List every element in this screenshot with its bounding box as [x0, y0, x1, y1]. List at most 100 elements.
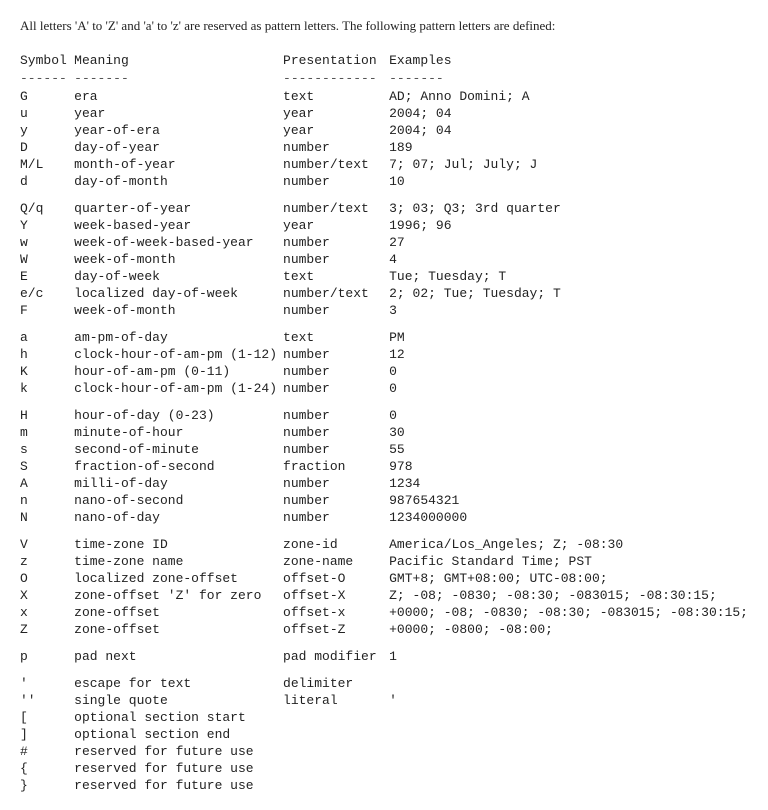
- table-row: aam-pm-of-daytextPM: [20, 329, 748, 346]
- table-row: Sfraction-of-secondfraction978: [20, 458, 748, 475]
- cell-examples: GMT+8; GMT+08:00; UTC-08:00;: [389, 570, 748, 587]
- cell-symbol: Z: [20, 621, 74, 638]
- cell-meaning: single quote: [74, 692, 283, 709]
- symbol-table: Symbol Meaning Presentation Examples ---…: [20, 52, 748, 794]
- cell-meaning: time-zone name: [74, 553, 283, 570]
- cell-symbol: W: [20, 251, 74, 268]
- cell-meaning: reserved for future use: [74, 760, 283, 777]
- cell-meaning: day-of-week: [74, 268, 283, 285]
- cell-meaning: week-of-month: [74, 251, 283, 268]
- table-row: Amilli-of-daynumber1234: [20, 475, 748, 492]
- cell-meaning: time-zone ID: [74, 536, 283, 553]
- table-row: Dday-of-yearnumber189: [20, 139, 748, 156]
- cell-meaning: reserved for future use: [74, 743, 283, 760]
- cell-examples: America/Los_Angeles; Z; -08:30: [389, 536, 748, 553]
- table-row: hclock-hour-of-am-pm (1-12)number12: [20, 346, 748, 363]
- cell-symbol: w: [20, 234, 74, 251]
- table-row: ztime-zone namezone-namePacific Standard…: [20, 553, 748, 570]
- cell-examples: [389, 760, 748, 777]
- cell-presentation: number: [283, 441, 389, 458]
- table-row: yyear-of-erayear2004; 04: [20, 122, 748, 139]
- cell-presentation: offset-X: [283, 587, 389, 604]
- cell-meaning: clock-hour-of-am-pm (1-12): [74, 346, 283, 363]
- cell-meaning: fraction-of-second: [74, 458, 283, 475]
- cell-presentation: offset-Z: [283, 621, 389, 638]
- intro-text: All letters 'A' to 'Z' and 'a' to 'z' ar…: [20, 16, 748, 36]
- cell-symbol: M/L: [20, 156, 74, 173]
- cell-examples: +0000; -0800; -08:00;: [389, 621, 748, 638]
- cell-symbol: S: [20, 458, 74, 475]
- cell-examples: ': [389, 692, 748, 709]
- cell-examples: 2; 02; Tue; Tuesday; T: [389, 285, 748, 302]
- cell-presentation: [283, 743, 389, 760]
- cell-meaning: zone-offset: [74, 604, 283, 621]
- cell-symbol: s: [20, 441, 74, 458]
- cell-presentation: number: [283, 363, 389, 380]
- cell-presentation: number: [283, 251, 389, 268]
- cell-presentation: year: [283, 122, 389, 139]
- cell-presentation: number: [283, 346, 389, 363]
- cell-presentation: delimiter: [283, 675, 389, 692]
- table-row: Eday-of-weektextTue; Tuesday; T: [20, 268, 748, 285]
- cell-examples: Tue; Tuesday; T: [389, 268, 748, 285]
- cell-examples: [389, 675, 748, 692]
- header-examples: Examples: [389, 52, 748, 70]
- cell-symbol: h: [20, 346, 74, 363]
- cell-examples: 1234: [389, 475, 748, 492]
- cell-meaning: hour-of-day (0-23): [74, 407, 283, 424]
- cell-symbol: [: [20, 709, 74, 726]
- header-presentation: Presentation: [283, 52, 389, 70]
- cell-symbol: G: [20, 88, 74, 105]
- cell-meaning: minute-of-hour: [74, 424, 283, 441]
- cell-examples: [389, 777, 748, 794]
- cell-meaning: day-of-month: [74, 173, 283, 190]
- cell-examples: +0000; -08; -0830; -08:30; -083015; -08:…: [389, 604, 748, 621]
- cell-examples: 2004; 04: [389, 122, 748, 139]
- cell-meaning: optional section start: [74, 709, 283, 726]
- table-row: Vtime-zone IDzone-idAmerica/Los_Angeles;…: [20, 536, 748, 553]
- cell-examples: [389, 709, 748, 726]
- cell-presentation: number: [283, 407, 389, 424]
- cell-examples: 1: [389, 648, 748, 665]
- table-row: ssecond-of-minutenumber55: [20, 441, 748, 458]
- cell-meaning: year: [74, 105, 283, 122]
- cell-examples: 0: [389, 407, 748, 424]
- cell-presentation: text: [283, 329, 389, 346]
- cell-symbol: }: [20, 777, 74, 794]
- cell-examples: 30: [389, 424, 748, 441]
- table-row: GeratextAD; Anno Domini; A: [20, 88, 748, 105]
- cell-presentation: number: [283, 234, 389, 251]
- cell-presentation: number/text: [283, 200, 389, 217]
- cell-symbol: e/c: [20, 285, 74, 302]
- spacer-row: [20, 526, 748, 536]
- cell-presentation: [283, 777, 389, 794]
- cell-presentation: number: [283, 509, 389, 526]
- cell-presentation: number: [283, 475, 389, 492]
- cell-meaning: quarter-of-year: [74, 200, 283, 217]
- table-row: {reserved for future use: [20, 760, 748, 777]
- cell-meaning: nano-of-day: [74, 509, 283, 526]
- cell-examples: Z; -08; -0830; -08:30; -083015; -08:30:1…: [389, 587, 748, 604]
- cell-examples: 3: [389, 302, 748, 319]
- cell-presentation: number: [283, 302, 389, 319]
- cell-meaning: zone-offset: [74, 621, 283, 638]
- cell-presentation: zone-name: [283, 553, 389, 570]
- spacer-row: [20, 665, 748, 675]
- table-row: Hhour-of-day (0-23)number0: [20, 407, 748, 424]
- table-row: Fweek-of-monthnumber3: [20, 302, 748, 319]
- cell-presentation: year: [283, 105, 389, 122]
- cell-symbol: x: [20, 604, 74, 621]
- spacer-row: [20, 638, 748, 648]
- cell-meaning: localized day-of-week: [74, 285, 283, 302]
- cell-examples: 3; 03; Q3; 3rd quarter: [389, 200, 748, 217]
- cell-meaning: era: [74, 88, 283, 105]
- table-row: }reserved for future use: [20, 777, 748, 794]
- table-row: Zzone-offsetoffset-Z+0000; -0800; -08:00…: [20, 621, 748, 638]
- cell-symbol: A: [20, 475, 74, 492]
- cell-presentation: [283, 709, 389, 726]
- table-row: Khour-of-am-pm (0-11)number0: [20, 363, 748, 380]
- table-row: Yweek-based-yearyear1996; 96: [20, 217, 748, 234]
- table-row: ''single quoteliteral': [20, 692, 748, 709]
- cell-meaning: escape for text: [74, 675, 283, 692]
- cell-meaning: zone-offset 'Z' for zero: [74, 587, 283, 604]
